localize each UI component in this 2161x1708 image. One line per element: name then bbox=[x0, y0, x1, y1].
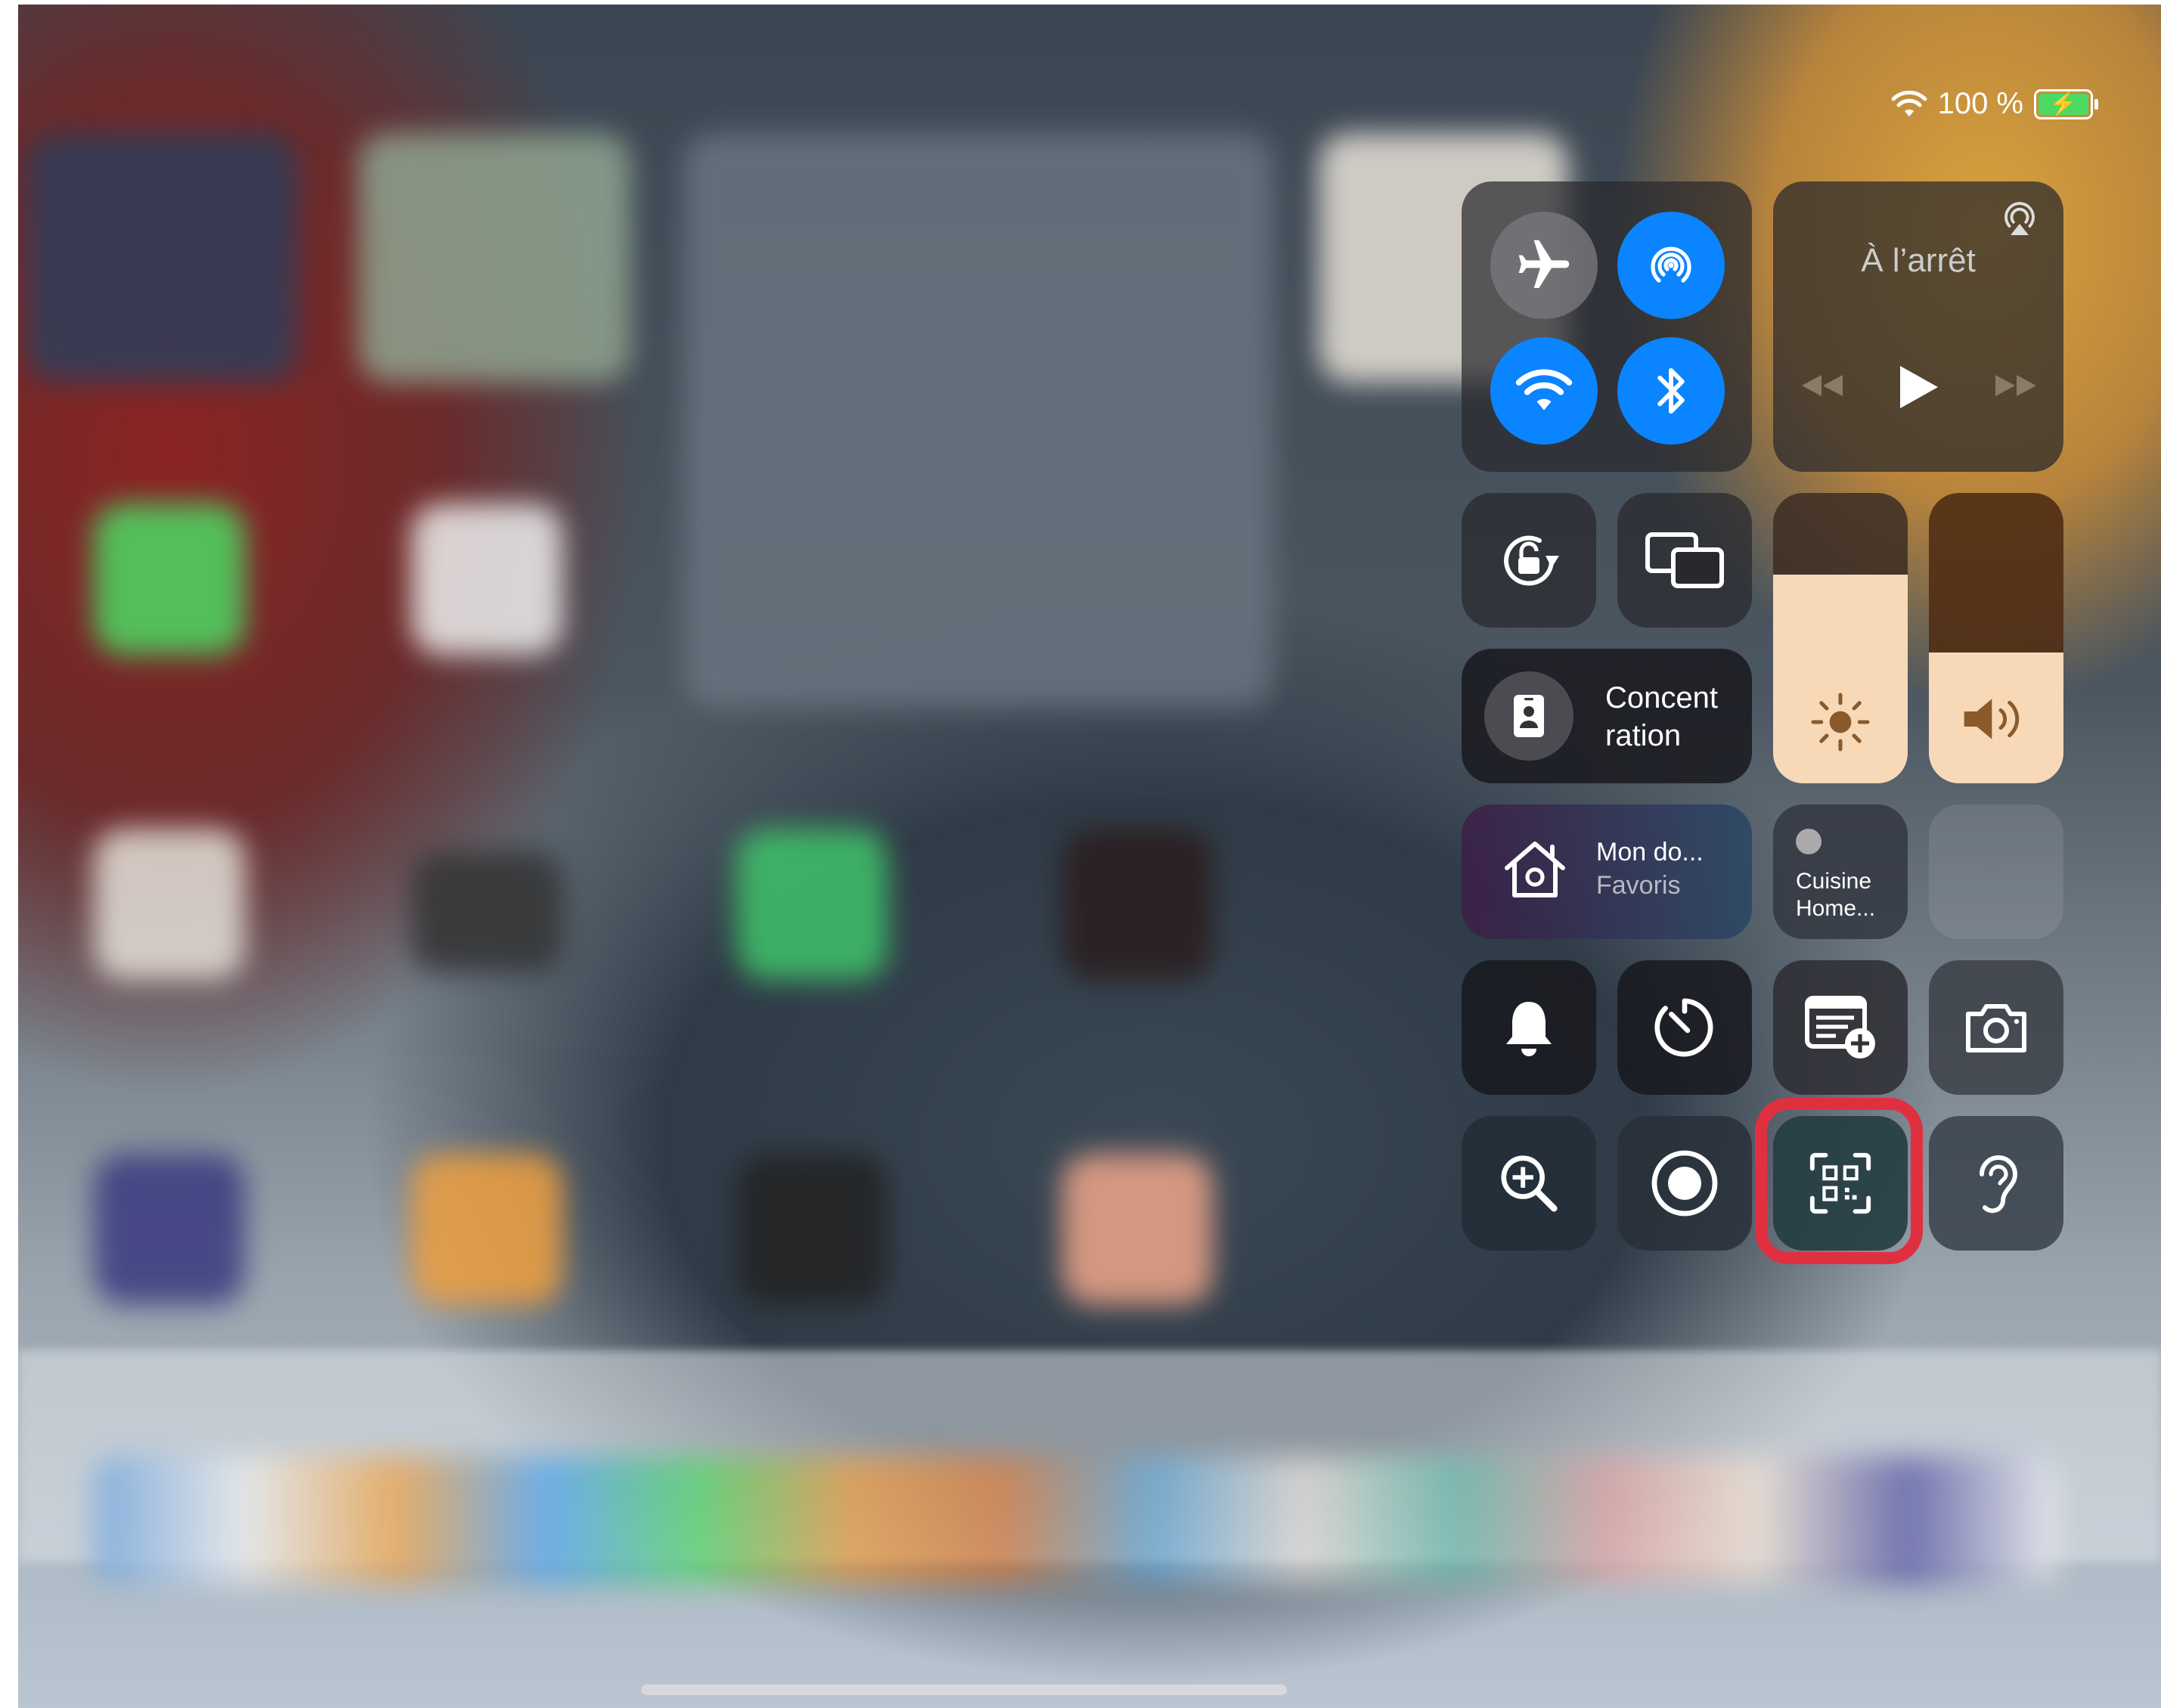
home-subtitle: Favoris bbox=[1596, 871, 1681, 900]
screen-recording-button[interactable] bbox=[1617, 1116, 1752, 1251]
home-favorites-button[interactable]: Mon do... Favoris bbox=[1462, 804, 1752, 939]
airplane-mode-button[interactable] bbox=[1490, 212, 1598, 319]
blurred-app-icon bbox=[1062, 829, 1213, 980]
blurred-app-icon bbox=[94, 504, 245, 655]
quick-note-button[interactable] bbox=[1773, 960, 1908, 1095]
home-icon bbox=[1501, 838, 1569, 901]
magnifier-icon bbox=[1495, 1149, 1563, 1217]
previous-track-icon[interactable] bbox=[1797, 370, 1846, 401]
status-bar: 100 % ⚡ bbox=[1891, 87, 2098, 121]
hearing-button[interactable] bbox=[1929, 1116, 2063, 1251]
blurred-app-icon bbox=[94, 829, 245, 980]
focus-person-icon bbox=[1511, 692, 1547, 740]
home-accessory-button[interactable]: Cuisine Home... bbox=[1773, 804, 1908, 939]
now-playing-panel: À l’arrêt bbox=[1773, 181, 2063, 472]
bell-icon bbox=[1500, 996, 1558, 1059]
blurred-app-icon bbox=[94, 1154, 245, 1305]
volume-slider[interactable] bbox=[1929, 493, 2063, 783]
blurred-app-icon bbox=[736, 829, 888, 980]
screen-mirroring-icon bbox=[1643, 530, 1726, 591]
wifi-icon bbox=[1515, 368, 1573, 414]
blurred-app-icon bbox=[411, 1154, 563, 1305]
highlight-box bbox=[1755, 1098, 1923, 1264]
focus-label: Concent ration bbox=[1605, 681, 1718, 752]
brightness-sun-icon bbox=[1806, 688, 1874, 756]
homepod-icon bbox=[1796, 829, 1822, 854]
wifi-button[interactable] bbox=[1490, 337, 1598, 445]
home-title: Mon do... bbox=[1596, 838, 1704, 866]
brightness-slider[interactable] bbox=[1773, 493, 1908, 783]
airdrop-icon bbox=[1641, 235, 1701, 296]
connectivity-panel bbox=[1462, 181, 1752, 472]
focus-button[interactable]: Concent ration bbox=[1462, 649, 1752, 783]
rotation-lock-button[interactable] bbox=[1462, 493, 1596, 628]
blurred-app-icon bbox=[1062, 1154, 1213, 1305]
record-icon bbox=[1648, 1147, 1721, 1220]
airdrop-button[interactable] bbox=[1617, 212, 1725, 319]
battery-percent: 100 % bbox=[1937, 87, 2023, 120]
ear-icon bbox=[1970, 1147, 2023, 1220]
focus-icon-circle bbox=[1484, 671, 1573, 761]
alarm-button[interactable] bbox=[1462, 960, 1596, 1095]
blurred-app-icon bbox=[411, 504, 563, 655]
accessory-label: Cuisine Home... bbox=[1796, 869, 1876, 921]
speaker-icon bbox=[1959, 693, 2035, 746]
blurred-dock-apps bbox=[94, 1456, 2060, 1585]
timer-button[interactable] bbox=[1617, 960, 1752, 1095]
blurred-widget bbox=[26, 133, 298, 383]
rotation-lock-icon bbox=[1491, 522, 1567, 598]
next-track-icon[interactable] bbox=[1992, 370, 2041, 401]
airplane-icon bbox=[1514, 235, 1574, 296]
airplay-audio-icon[interactable] bbox=[1997, 197, 2042, 242]
wifi-status-icon bbox=[1891, 90, 1927, 118]
playback-state: À l’arrêt bbox=[1861, 242, 1976, 279]
quick-note-icon bbox=[1803, 993, 1878, 1062]
empty-tile bbox=[1929, 804, 2063, 939]
blurred-app-icon bbox=[736, 1154, 888, 1305]
home-indicator[interactable] bbox=[641, 1685, 1287, 1695]
play-button[interactable] bbox=[1896, 363, 1941, 411]
camera-icon bbox=[1962, 1000, 2030, 1055]
battery-icon: ⚡ bbox=[2034, 88, 2098, 119]
magnifier-button[interactable] bbox=[1462, 1116, 1596, 1251]
screen-mirroring-button[interactable] bbox=[1617, 493, 1752, 628]
blurred-app-icon bbox=[411, 851, 563, 972]
bluetooth-icon bbox=[1652, 363, 1690, 419]
blurred-widget bbox=[358, 133, 631, 383]
blurred-widget bbox=[684, 133, 1273, 708]
camera-button[interactable] bbox=[1929, 960, 2063, 1095]
timer-icon bbox=[1651, 993, 1719, 1062]
bluetooth-button[interactable] bbox=[1617, 337, 1725, 445]
